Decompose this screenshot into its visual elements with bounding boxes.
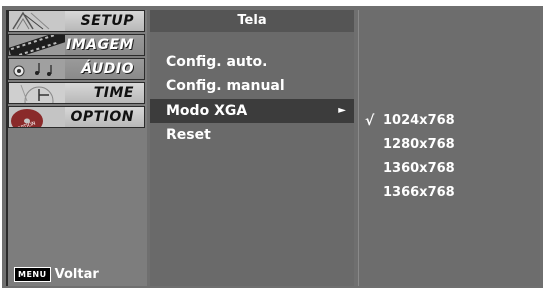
category-label: OPTION — [70, 109, 134, 125]
option-label: 1360x768 — [383, 161, 455, 176]
tv-menu-screen: SETUP IMAGEM ÁUDIO TIME OPTION OPTION ME… — [2, 6, 543, 288]
submenu-arrow-icon: ► — [338, 105, 346, 116]
back-label: Voltar — [54, 267, 99, 282]
menu-item-label: Reset — [166, 127, 211, 143]
option-1024x768[interactable]: √ 1024x768 — [359, 110, 540, 132]
audio-notes-icon — [9, 59, 65, 79]
option-disc-icon: OPTION — [9, 107, 65, 127]
category-time[interactable]: TIME — [8, 82, 145, 104]
category-label: ÁUDIO — [81, 61, 134, 77]
category-option[interactable]: OPTION OPTION — [8, 106, 145, 128]
option-1280x768[interactable]: 1280x768 — [359, 134, 540, 156]
category-setup[interactable]: SETUP — [8, 10, 145, 32]
menu-back-hint[interactable]: MENU Voltar — [14, 267, 99, 282]
option-label: 1024x768 — [383, 113, 455, 128]
menu-item-label: Modo XGA — [166, 103, 248, 119]
category-sidebar: SETUP IMAGEM ÁUDIO TIME OPTION OPTION ME… — [6, 10, 147, 286]
xga-options-panel: √ 1024x768 1280x768 1360x768 1366x768 — [358, 10, 540, 286]
menu-item-config-auto[interactable]: Config. auto. — [150, 50, 354, 74]
option-label: 1280x768 — [383, 137, 455, 152]
menu-item-config-manual[interactable]: Config. manual — [150, 74, 354, 98]
option-1366x768[interactable]: 1366x768 — [359, 182, 540, 204]
option-label: 1366x768 — [383, 185, 455, 200]
panel-title: Tela — [150, 10, 354, 32]
film-strip-icon — [9, 35, 65, 55]
menu-item-label: Config. manual — [166, 78, 285, 94]
menu-item-reset[interactable]: Reset — [150, 123, 354, 147]
menu-item-label: Config. auto. — [166, 54, 268, 70]
menu-key-badge: MENU — [14, 267, 51, 282]
category-imagem[interactable]: IMAGEM — [8, 34, 145, 56]
settings-panel: Tela Config. auto. Config. manual Modo X… — [150, 10, 354, 286]
menu-item-modo-xga[interactable]: Modo XGA ► — [150, 99, 354, 123]
category-label: TIME — [93, 85, 134, 101]
setup-thumbnail-icon — [9, 11, 65, 31]
category-label: SETUP — [80, 13, 134, 29]
checkmark-icon: √ — [365, 113, 375, 129]
category-label: IMAGEM — [66, 37, 134, 53]
category-audio[interactable]: ÁUDIO — [8, 58, 145, 80]
clock-icon — [9, 83, 65, 103]
option-1360x768[interactable]: 1360x768 — [359, 158, 540, 180]
